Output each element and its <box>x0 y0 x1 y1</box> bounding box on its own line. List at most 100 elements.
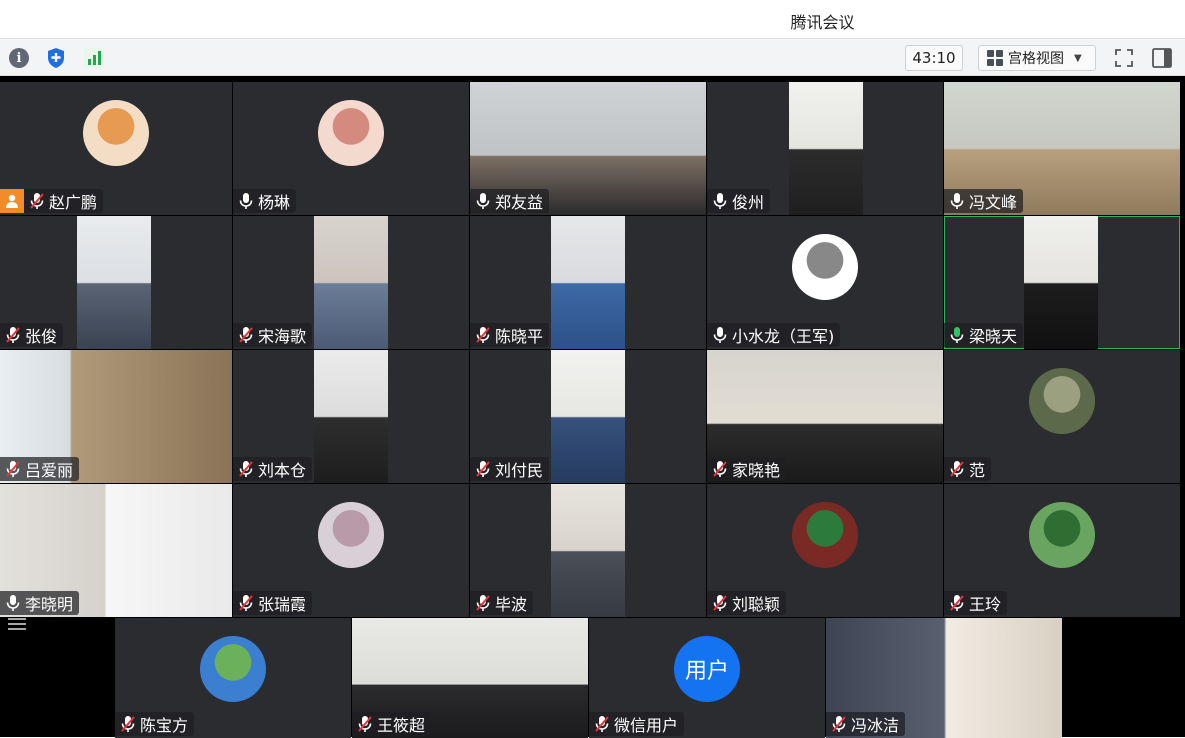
mic-muted-icon <box>711 593 732 613</box>
participant-name-tag: 冯冰洁 <box>826 712 906 736</box>
info-icon[interactable]: i <box>7 46 31 70</box>
participant-name-tag: 冯文峰 <box>944 189 1024 213</box>
participant-tile[interactable]: 李晓明 <box>0 484 232 617</box>
participant-name: 陈宝方 <box>140 716 189 735</box>
avatar <box>318 502 384 568</box>
fullscreen-icon <box>1115 49 1133 67</box>
avatar <box>792 234 858 300</box>
mic-muted-icon <box>474 593 495 613</box>
participant-name-tag: 陈晓平 <box>470 323 550 347</box>
participant-name-tag: 小水龙（王军) <box>707 323 841 347</box>
participant-name: 微信用户 <box>614 716 679 735</box>
participant-name-tag: 吕爱丽 <box>0 457 80 481</box>
participant-name: 家晓艳 <box>732 461 781 480</box>
participant-tile[interactable]: 冯文峰 <box>944 82 1180 215</box>
mic-muted-icon <box>4 325 25 345</box>
participant-name: 郑友益 <box>495 193 544 212</box>
fullscreen-button[interactable] <box>1110 45 1138 71</box>
participant-video <box>551 216 625 349</box>
mic-muted-icon <box>237 325 258 345</box>
participant-name-tag: 梁晓天 <box>944 323 1024 347</box>
participant-name: 宋海歌 <box>258 327 307 346</box>
user-avatar: 用户 <box>674 636 740 702</box>
participant-name-tag: 刘付民 <box>470 457 550 481</box>
participant-name-tag: 陈宝方 <box>115 712 195 736</box>
avatar <box>318 100 384 166</box>
participant-tile[interactable]: 赵广鹏 <box>0 82 232 215</box>
avatar <box>200 636 266 702</box>
participant-name: 小水龙（王军) <box>732 327 835 346</box>
participant-name-tag: 宋海歌 <box>233 323 313 347</box>
window-title: 腾讯会议 <box>790 13 855 32</box>
participant-tile[interactable]: 刘付民 <box>470 350 706 483</box>
participant-name: 王玲 <box>969 595 1002 614</box>
meeting-timer: 43:10 <box>905 45 963 71</box>
menu-icon[interactable] <box>5 616 29 632</box>
participant-name: 范 <box>969 461 986 480</box>
participant-tile[interactable]: 毕波 <box>470 484 706 617</box>
participant-name: 刘本仓 <box>258 461 307 480</box>
mic-muted-icon <box>830 714 851 734</box>
participant-name: 俊州 <box>732 193 765 212</box>
participant-name: 毕波 <box>495 595 528 614</box>
participant-tile[interactable]: 刘聪颖 <box>707 484 943 617</box>
participant-tile[interactable]: 冯冰洁 <box>826 618 1062 738</box>
participant-tile[interactable]: 陈晓平 <box>470 216 706 349</box>
mic-muted-icon <box>4 459 25 479</box>
participant-tile[interactable]: 张俊 <box>0 216 232 349</box>
participant-video <box>314 216 388 349</box>
participant-video <box>789 82 863 215</box>
mic-muted-icon <box>119 714 140 734</box>
participant-name-tag: 王筱超 <box>352 712 432 736</box>
mic-icon <box>711 191 732 211</box>
mic-muted-icon <box>237 593 258 613</box>
participant-name: 王筱超 <box>377 716 426 735</box>
participant-tile[interactable]: 杨琳 <box>233 82 469 215</box>
participant-name-tag: 俊州 <box>707 189 771 213</box>
participant-name-tag: 刘本仓 <box>233 457 313 481</box>
sidebar-toggle-button[interactable] <box>1148 45 1176 71</box>
title-bar: 腾讯会议 <box>0 0 1185 38</box>
participant-tile[interactable]: 梁晓天 <box>944 216 1180 349</box>
participant-tile[interactable]: 王筱超 <box>352 618 588 738</box>
participant-tile[interactable]: 小水龙（王军) <box>707 216 943 349</box>
participant-tile[interactable]: 郑友益 <box>470 82 706 215</box>
participant-name: 陈晓平 <box>495 327 544 346</box>
sidebar-icon <box>1152 48 1172 68</box>
grid-view-icon <box>987 50 1003 66</box>
participant-name: 赵广鹏 <box>49 193 98 212</box>
participant-name: 张俊 <box>25 327 58 346</box>
shield-icon[interactable] <box>44 46 68 70</box>
mic-muted-icon <box>948 459 969 479</box>
participant-name-tag: 张瑞霞 <box>233 591 313 615</box>
participant-name-tag: 王玲 <box>944 591 1008 615</box>
view-mode-select[interactable]: 宫格视图 ▼ <box>978 45 1096 71</box>
mic-icon <box>4 593 25 613</box>
signal-icon[interactable] <box>82 46 106 70</box>
mic-icon <box>237 191 258 211</box>
avatar <box>83 100 149 166</box>
participant-tile[interactable]: 宋海歌 <box>233 216 469 349</box>
participant-tile[interactable]: 俊州 <box>707 82 943 215</box>
participant-tile[interactable]: 张瑞霞 <box>233 484 469 617</box>
participant-video <box>551 350 625 483</box>
participant-name: 刘付民 <box>495 461 544 480</box>
participant-tile[interactable]: 王玲 <box>944 484 1180 617</box>
participant-name: 梁晓天 <box>969 327 1018 346</box>
participant-name-tag: 李晓明 <box>0 591 80 615</box>
participant-name-tag: 赵广鹏 <box>0 189 104 213</box>
participant-name-tag: 刘聪颖 <box>707 591 787 615</box>
participant-name: 张瑞霞 <box>258 595 307 614</box>
participant-tile[interactable]: 家晓艳 <box>707 350 943 483</box>
participant-tile[interactable]: 陈宝方 <box>115 618 351 738</box>
mic-muted-icon <box>593 714 614 734</box>
participant-name: 吕爱丽 <box>25 461 74 480</box>
participant-tile[interactable]: 用户微信用户 <box>589 618 825 738</box>
participant-tile[interactable]: 刘本仓 <box>233 350 469 483</box>
video-grid: 赵广鹏 杨琳 郑友益 俊州 冯文峰张俊 宋海歌 陈晓平 小水龙（王军) 梁晓天吕爱丽 刘本仓 刘付民… <box>0 76 1185 738</box>
participant-tile[interactable]: 吕爱丽 <box>0 350 232 483</box>
participant-video <box>314 350 388 483</box>
mic-icon <box>948 325 969 345</box>
participant-tile[interactable]: 范 <box>944 350 1180 483</box>
view-mode-label: 宫格视图 <box>1008 51 1064 67</box>
